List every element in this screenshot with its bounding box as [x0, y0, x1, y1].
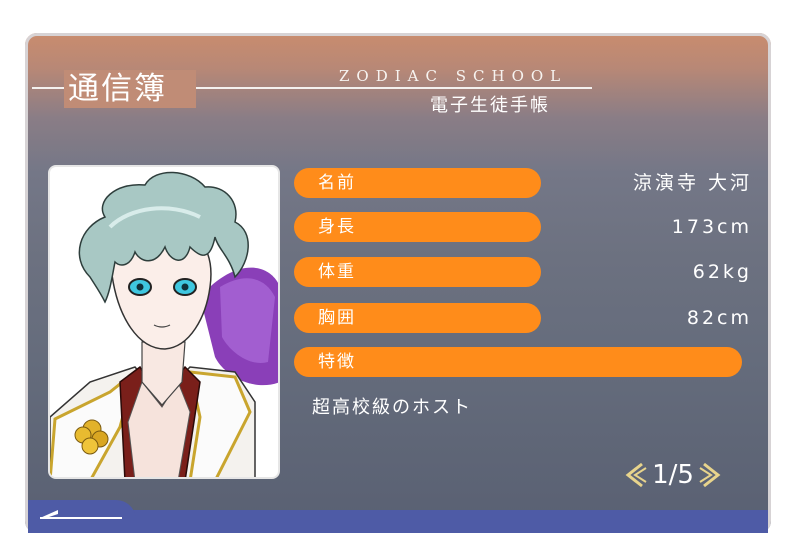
value-name: 涼演寺 大河: [632, 172, 752, 194]
bottom-nav-bar: [28, 510, 768, 533]
value-weight: 62kg: [692, 261, 752, 283]
page-navigator: 1/5: [624, 458, 724, 492]
chevron-right-icon[interactable]: [698, 462, 722, 488]
back-arrow-icon[interactable]: [36, 507, 126, 525]
page-counter: 1/5: [652, 460, 694, 490]
portrait-illustration: [50, 171, 278, 477]
school-name: ZODIAC SCHOOL: [339, 67, 568, 85]
feature-description: 超高校級のホスト: [312, 397, 472, 418]
page-title: 通信簿: [64, 70, 196, 108]
value-height: 173cm: [671, 216, 752, 238]
value-chest: 82cm: [686, 307, 752, 329]
chevron-left-icon[interactable]: [624, 462, 648, 488]
handbook-subtitle: 電子生徒手帳: [430, 95, 550, 116]
character-portrait: [48, 165, 280, 479]
label-feature: 特徴: [294, 347, 742, 377]
